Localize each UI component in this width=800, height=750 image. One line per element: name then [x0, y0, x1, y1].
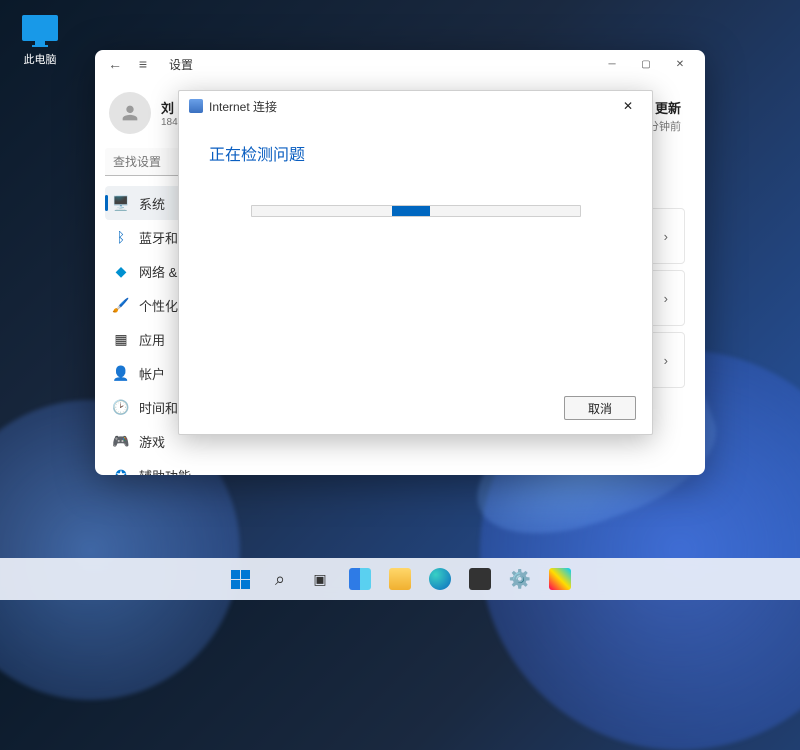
- close-button[interactable]: ✕: [663, 50, 697, 78]
- progress-indicator: [392, 206, 430, 216]
- dialog-titlebar: Internet 连接 ✕: [179, 91, 652, 121]
- app-button[interactable]: [543, 562, 577, 596]
- store-button[interactable]: [463, 562, 497, 596]
- time-icon: 🕑: [113, 399, 129, 415]
- taskbar: ⌕ ▣ ⚙️: [0, 558, 800, 600]
- desktop-icon-this-pc[interactable]: 此电脑: [15, 15, 65, 67]
- explorer-button[interactable]: [383, 562, 417, 596]
- search-icon: ⌕: [275, 569, 285, 590]
- folder-icon: [389, 568, 411, 590]
- brush-icon: 🖌️: [113, 297, 129, 313]
- widgets-button[interactable]: [343, 562, 377, 596]
- back-button[interactable]: ←: [103, 56, 127, 72]
- nav-label: 应用: [139, 330, 165, 349]
- dialog-heading: 正在检测问题: [209, 141, 622, 165]
- progress-bar: [251, 205, 581, 217]
- taskview-button[interactable]: ▣: [303, 562, 337, 596]
- system-icon: 🖥️: [113, 195, 129, 211]
- window-title: 设置: [169, 56, 193, 73]
- menu-button[interactable]: ≡: [131, 56, 155, 72]
- titlebar: ← ≡ 设置 ─ ▢ ✕: [95, 50, 705, 78]
- edge-button[interactable]: [423, 562, 457, 596]
- monitor-icon: [22, 15, 58, 41]
- cancel-button[interactable]: 取消: [564, 396, 636, 420]
- minimize-button[interactable]: ─: [595, 50, 629, 78]
- search-button[interactable]: ⌕: [263, 562, 297, 596]
- profile-sub: 184: [161, 117, 178, 128]
- troubleshooter-dialog: Internet 连接 ✕ 正在检测问题 取消: [178, 90, 653, 435]
- settings-taskbar-button[interactable]: ⚙️: [503, 562, 537, 596]
- start-button[interactable]: [223, 562, 257, 596]
- gaming-icon: 🎮: [113, 433, 129, 449]
- nav-label: 辅助功能: [139, 466, 191, 476]
- chevron-right-icon: ›: [664, 353, 668, 368]
- bluetooth-icon: ᛒ: [113, 229, 129, 245]
- widgets-icon: [349, 568, 371, 590]
- maximize-button[interactable]: ▢: [629, 50, 663, 78]
- taskview-icon: ▣: [313, 571, 326, 588]
- edge-icon: [429, 568, 451, 590]
- profile-name: 刘: [161, 98, 178, 117]
- network-icon: ◆: [113, 263, 129, 279]
- chevron-right-icon: ›: [664, 229, 668, 244]
- nav-label: 帐户: [139, 364, 165, 383]
- nav-accessibility[interactable]: ✪ 辅助功能: [105, 458, 275, 475]
- gear-icon: ⚙️: [509, 569, 531, 590]
- nav-label: 系统: [139, 194, 165, 213]
- dialog-title: Internet 连接: [209, 98, 277, 115]
- desktop-icon-label: 此电脑: [15, 51, 65, 67]
- chevron-right-icon: ›: [664, 291, 668, 306]
- app-icon: [549, 568, 571, 590]
- nav-label: 游戏: [139, 432, 165, 451]
- dialog-close-button[interactable]: ✕: [614, 95, 642, 117]
- avatar: [109, 92, 151, 134]
- troubleshoot-icon: [189, 99, 203, 113]
- windows-icon: [231, 570, 250, 589]
- accounts-icon: 👤: [113, 365, 129, 381]
- nav-label: 个性化: [139, 296, 178, 315]
- accessibility-icon: ✪: [113, 467, 129, 475]
- store-icon: [469, 568, 491, 590]
- apps-icon: ▦: [113, 331, 129, 347]
